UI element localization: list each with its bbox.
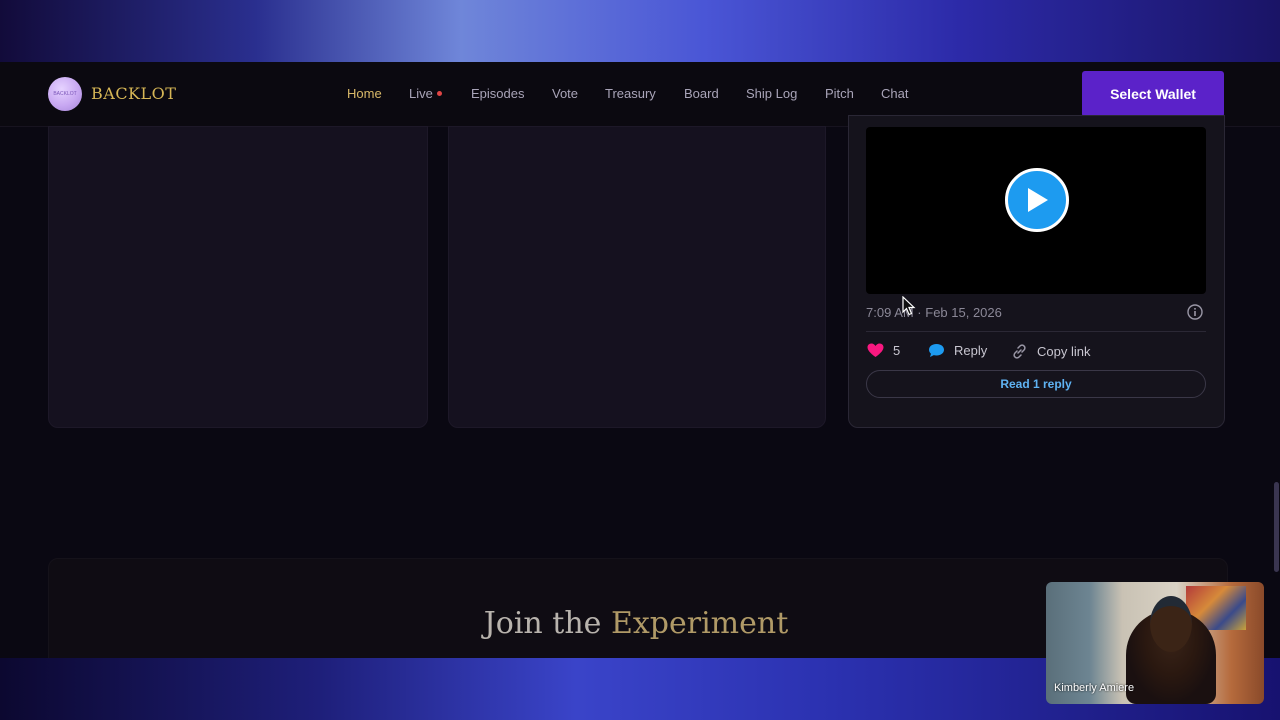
nav-home[interactable]: Home <box>347 86 382 101</box>
heart-icon <box>867 343 884 358</box>
select-wallet-button[interactable]: Select Wallet <box>1082 71 1224 117</box>
nav-ship-log[interactable]: Ship Log <box>746 86 797 101</box>
participant-name: Kimberly Amiere <box>1054 682 1135 694</box>
reply-button[interactable]: Reply <box>928 343 987 358</box>
like-count: 5 <box>893 343 901 358</box>
link-icon <box>1011 343 1028 360</box>
content-card-2 <box>448 126 826 428</box>
join-title-accent: Experiment <box>610 606 789 641</box>
copy-link-button[interactable]: Copy link <box>1011 343 1090 360</box>
nav-episodes[interactable]: Episodes <box>471 86 524 101</box>
brand-logo-text: BACKLOT <box>53 91 77 97</box>
nav-chat[interactable]: Chat <box>881 86 908 101</box>
read-replies-button[interactable]: Read 1 reply <box>866 370 1206 398</box>
tweet-timestamp[interactable]: 7:09 AM · Feb 15, 2026 <box>866 305 1002 320</box>
brand-name[interactable]: BACKLOT <box>91 84 176 103</box>
speech-bubble-icon <box>928 343 945 358</box>
join-title-prefix: Join the <box>483 606 602 641</box>
embedded-tweet: 7:09 AM · Feb 15, 2026 5 Reply Copy link… <box>848 115 1225 428</box>
nav-live-label: Live <box>409 86 433 101</box>
live-indicator-dot <box>436 91 442 97</box>
nav-board[interactable]: Board <box>684 86 719 101</box>
webcam-overlay: Kimberly Amiere <box>1046 582 1264 704</box>
nav-live[interactable]: Live <box>409 86 442 101</box>
nav-vote[interactable]: Vote <box>552 86 578 101</box>
mouse-cursor-icon <box>902 295 916 321</box>
brand-logo[interactable]: BACKLOT <box>48 77 82 111</box>
nav-treasury[interactable]: Treasury <box>605 86 656 101</box>
like-button[interactable]: 5 <box>867 343 900 358</box>
page-scrollbar[interactable] <box>1274 482 1279 572</box>
content-card-1 <box>48 126 428 428</box>
reply-label: Reply <box>954 343 988 358</box>
copy-link-label: Copy link <box>1037 344 1091 359</box>
participant-head <box>1150 596 1192 652</box>
tweet-divider <box>866 331 1206 332</box>
info-icon[interactable] <box>1187 304 1203 320</box>
nav-pitch[interactable]: Pitch <box>825 86 854 101</box>
app-window: BACKLOT BACKLOT Home Live Episodes Vote … <box>0 62 1280 658</box>
tweet-video[interactable] <box>866 127 1206 294</box>
play-icon[interactable] <box>1005 168 1069 232</box>
recording-backdrop-top <box>0 0 1280 62</box>
